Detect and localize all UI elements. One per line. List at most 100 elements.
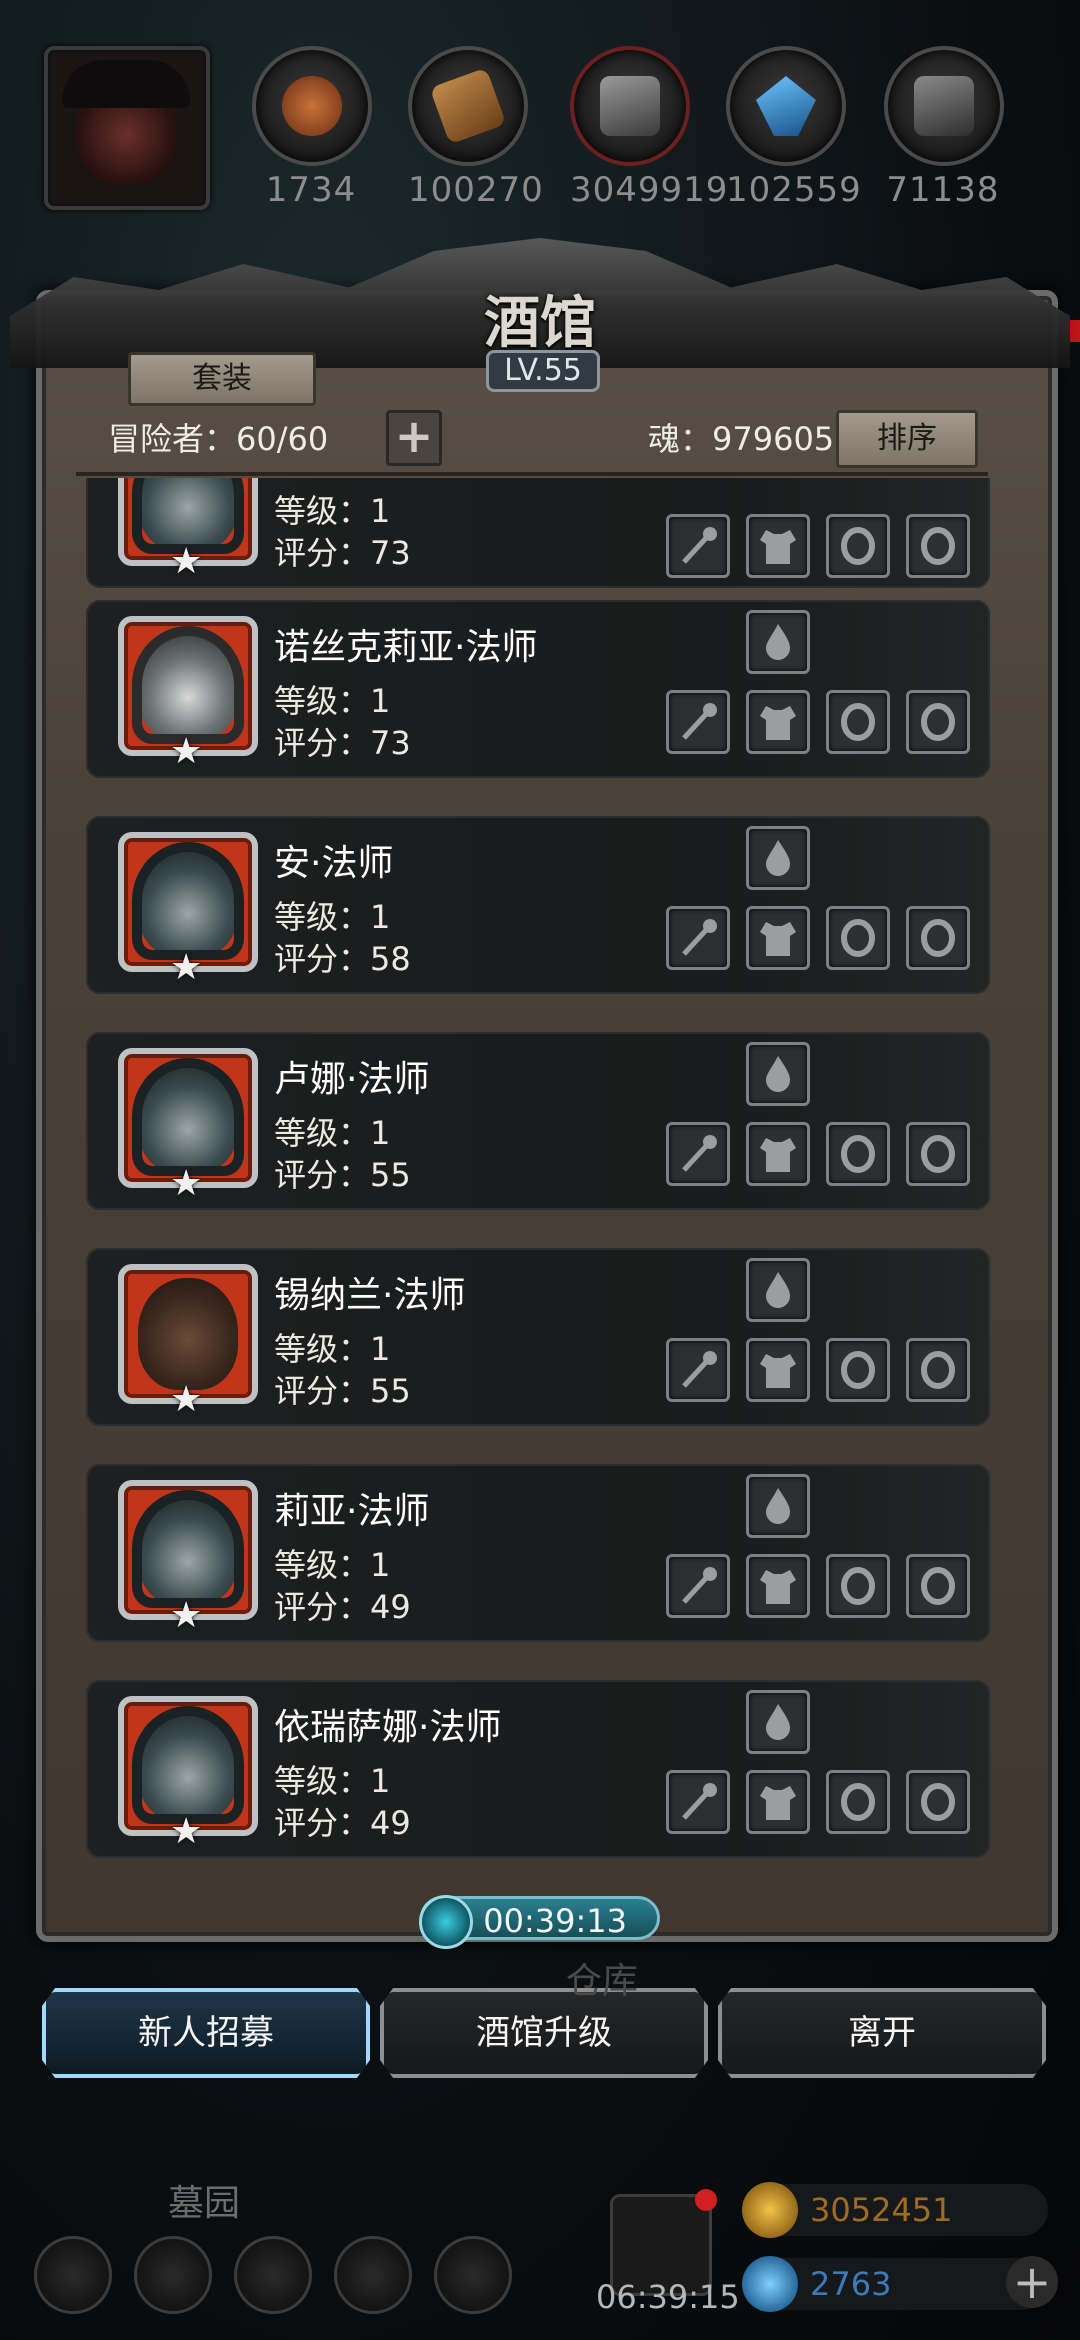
game-clock: 06:39:15 [596, 2278, 740, 2316]
hero-level: 等级：1 [274, 1762, 391, 1800]
hero-portrait: ★ [118, 1480, 258, 1636]
hero-portrait: ★ [118, 616, 258, 772]
recruit-button[interactable]: 新人招募 [42, 1988, 370, 2078]
hero-name: 依瑞萨娜·法师 [274, 1707, 502, 1748]
resource-bar: 1734 100270 3049919 102559 71138 [0, 0, 1080, 220]
add-adventurer-button[interactable]: + [386, 410, 442, 466]
ring-slot-icon[interactable] [906, 1338, 970, 1402]
hero-level: 等级：1 [274, 682, 391, 720]
tavern-level-badge: LV.55 [486, 350, 600, 392]
star-icon: ★ [170, 1811, 203, 1852]
armor-slot-icon[interactable] [746, 1338, 810, 1402]
staff-slot-icon[interactable] [666, 514, 730, 578]
star-icon: ★ [170, 1163, 203, 1204]
hero-portrait: ★ [118, 832, 258, 988]
gold-coin-icon [742, 2182, 798, 2238]
fire-element-icon [746, 1042, 810, 1106]
resource-crystal[interactable]: 102559 [726, 46, 862, 210]
resource-meat[interactable]: 1734 [252, 46, 372, 210]
staff-slot-icon[interactable] [666, 906, 730, 970]
star-icon: ★ [170, 731, 203, 772]
ring-slot-icon[interactable] [906, 1122, 970, 1186]
hero-card[interactable]: ★ 依瑞萨娜·法师 等级：1 评分：49 [86, 1680, 990, 1858]
hero-level: 等级：1 [274, 1114, 391, 1152]
hero-name: 莉亚·法师 [274, 1491, 430, 1532]
ring-slot-icon[interactable] [906, 906, 970, 970]
resource-iron[interactable]: 3049919 [570, 46, 727, 210]
staff-slot-icon[interactable] [666, 1554, 730, 1618]
add-gems-button[interactable]: + [1006, 2256, 1058, 2308]
soul-count: 魂：979605 [648, 420, 835, 458]
ring-slot-icon[interactable] [826, 1554, 890, 1618]
armor-slot-icon[interactable] [746, 906, 810, 970]
panel-title: 酒馆 [484, 290, 596, 356]
hero-portrait: ★ [118, 1264, 258, 1420]
star-icon: ★ [170, 541, 203, 582]
fire-element-icon [746, 826, 810, 890]
hero-score: 评分：73 [274, 534, 411, 572]
staff-slot-icon[interactable] [666, 690, 730, 754]
hero-card[interactable]: ★ 莉亚·法师 等级：1 评分：49 [86, 1464, 990, 1642]
gold-value: 3052451 [810, 2191, 953, 2229]
fire-element-icon [746, 610, 810, 674]
armor-slot-icon[interactable] [746, 1554, 810, 1618]
armor-slot-icon[interactable] [746, 514, 810, 578]
clock-icon [419, 1895, 473, 1949]
hero-name: 诺丝克莉亚·法师 [274, 627, 538, 668]
staff-slot-icon[interactable] [666, 1122, 730, 1186]
hero-card[interactable]: ★ 安·法师 等级：1 评分：58 [86, 816, 990, 994]
armor-slot-icon[interactable] [746, 1770, 810, 1834]
staff-slot-icon[interactable] [666, 1338, 730, 1402]
settings-icon[interactable] [34, 2236, 112, 2314]
ring-slot-icon[interactable] [826, 514, 890, 578]
hero-portrait: ★ [118, 1048, 258, 1204]
set-button[interactable]: 套装 [128, 352, 316, 406]
ring-slot-icon[interactable] [826, 1770, 890, 1834]
resource-steel[interactable]: 71138 [884, 46, 1004, 210]
meat-icon [252, 46, 372, 166]
star-icon: ★ [170, 947, 203, 988]
resource-value: 102559 [726, 170, 862, 210]
ring-slot-icon[interactable] [826, 1338, 890, 1402]
ring-slot-icon[interactable] [906, 514, 970, 578]
resource-wood[interactable]: 100270 [408, 46, 543, 210]
leave-button[interactable]: 离开 [718, 1988, 1046, 2078]
hero-card[interactable]: ★ 诺丝克莉亚·法师 等级：1 评分：73 [86, 600, 990, 778]
tavern-upgrade-button[interactable]: 酒馆升级 [380, 1988, 708, 2078]
header-divider [76, 472, 988, 476]
armor-slot-icon[interactable] [746, 690, 810, 754]
resource-value: 1734 [265, 170, 357, 210]
cemetery-label: 墓园 [168, 2183, 241, 2224]
hero-card[interactable]: ★ 等级：1 评分：73 [86, 478, 990, 588]
hero-portrait: ★ [118, 478, 258, 582]
sort-button[interactable]: 排序 [836, 410, 978, 468]
player-avatar[interactable] [44, 46, 210, 210]
star-icon: ★ [170, 1379, 203, 1420]
wood-icon [408, 46, 528, 166]
ring-slot-icon[interactable] [906, 690, 970, 754]
gold-counter: 3052451 [742, 2182, 1048, 2238]
dice-icon[interactable] [434, 2236, 512, 2314]
hero-list[interactable]: ★ 等级：1 评分：73 ★ 诺丝克莉亚·法师 等级：1 评分：73 ★ 安·法… [86, 478, 990, 1868]
castle-icon[interactable] [234, 2236, 312, 2314]
star-menu-icon[interactable] [134, 2236, 212, 2314]
hero-score: 评分：55 [274, 1372, 411, 1410]
hero-score: 评分：73 [274, 724, 411, 762]
hero-card[interactable]: ★ 卢娜·法师 等级：1 评分：55 [86, 1032, 990, 1210]
fire-element-icon [746, 1258, 810, 1322]
hero-level: 等级：1 [274, 898, 391, 936]
hero-score: 评分：49 [274, 1804, 411, 1842]
mail-icon[interactable] [334, 2236, 412, 2314]
adventurers-count: 冒险者：60/60 [108, 420, 329, 458]
avatar-hat [62, 60, 190, 108]
ring-slot-icon[interactable] [826, 690, 890, 754]
ring-slot-icon[interactable] [826, 906, 890, 970]
hero-score: 评分：58 [274, 940, 411, 978]
hero-card[interactable]: ★ 锡纳兰·法师 等级：1 评分：55 [86, 1248, 990, 1426]
ring-slot-icon[interactable] [906, 1554, 970, 1618]
ring-slot-icon[interactable] [906, 1770, 970, 1834]
hero-name: 锡纳兰·法师 [274, 1275, 466, 1316]
armor-slot-icon[interactable] [746, 1122, 810, 1186]
staff-slot-icon[interactable] [666, 1770, 730, 1834]
ring-slot-icon[interactable] [826, 1122, 890, 1186]
